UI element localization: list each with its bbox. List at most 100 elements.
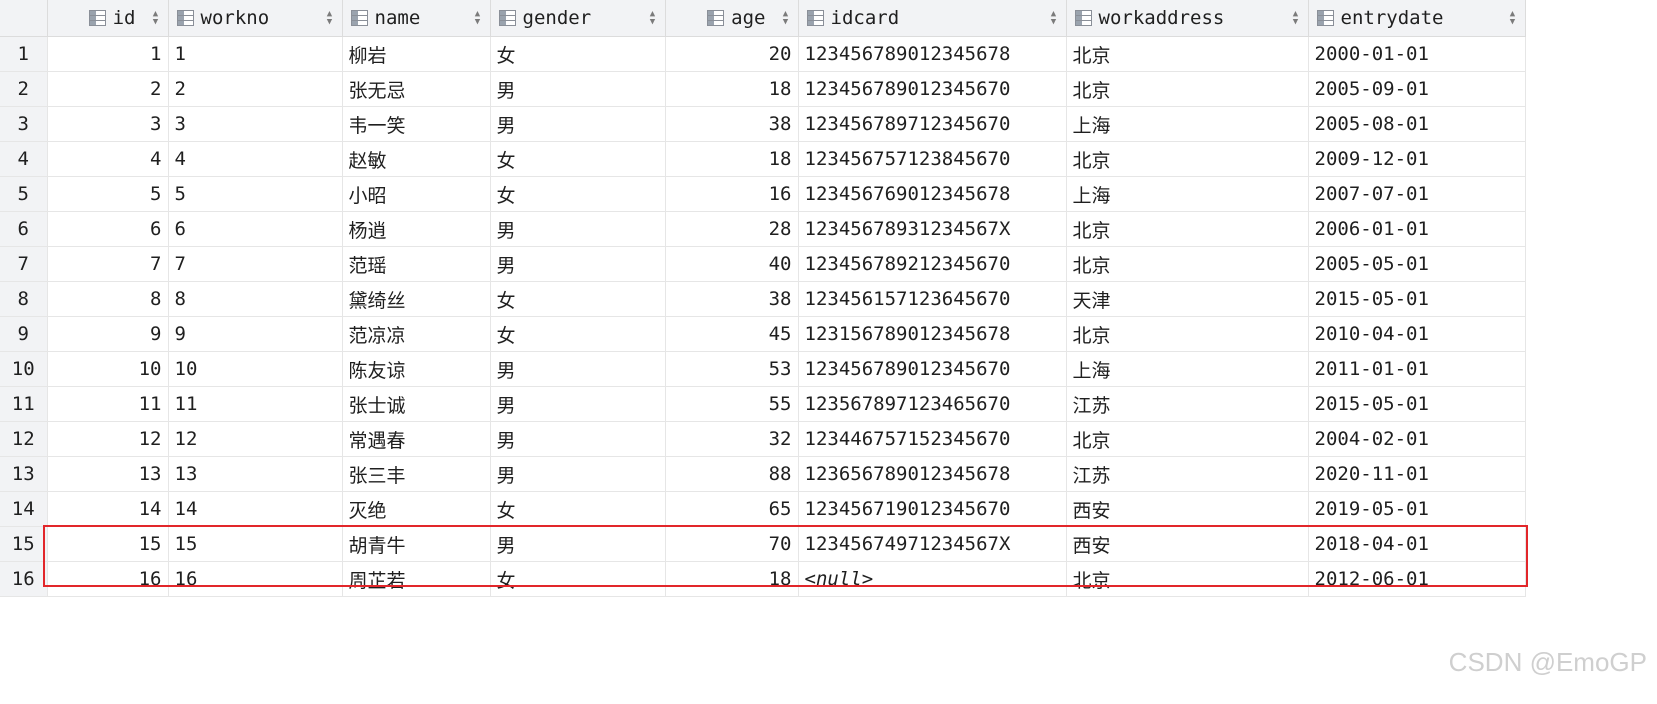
cell-workno[interactable]: 6 <box>168 211 343 247</box>
cell-workaddress[interactable]: 天津 <box>1066 281 1309 317</box>
cell-workaddress[interactable]: 上海 <box>1066 351 1309 387</box>
column-header-name[interactable]: name ▲ ▼ <box>342 0 491 37</box>
cell-name[interactable]: 灭绝 <box>342 491 491 527</box>
table-row[interactable]: 16 16 16 周芷若女 18 <null> 北京 2012-06-01 <box>0 561 1526 597</box>
cell-idcard[interactable]: 123456769012345678 <box>798 176 1067 212</box>
sort-arrows-icon[interactable]: ▲ ▼ <box>1050 10 1058 27</box>
row-number[interactable]: 1 <box>0 36 48 72</box>
cell-workaddress[interactable]: 北京 <box>1066 561 1309 597</box>
cell-gender[interactable]: 男 <box>490 526 666 562</box>
cell-idcard[interactable]: 123456789012345670 <box>798 71 1067 107</box>
cell-gender[interactable]: 女 <box>490 316 666 352</box>
cell-idcard[interactable]: 123567897123465670 <box>798 386 1067 422</box>
cell-workaddress[interactable]: 北京 <box>1066 316 1309 352</box>
cell-name[interactable]: 张士诚 <box>342 386 491 422</box>
column-header-gender[interactable]: gender ▲ ▼ <box>490 0 666 37</box>
cell-age[interactable]: 55 <box>665 386 799 422</box>
cell-workno[interactable]: 5 <box>168 176 343 212</box>
cell-name[interactable]: 陈友谅 <box>342 351 491 387</box>
cell-workaddress[interactable]: 北京 <box>1066 71 1309 107</box>
cell-id[interactable]: 5 <box>47 176 169 212</box>
row-number[interactable]: 11 <box>0 386 48 422</box>
cell-age[interactable]: 16 <box>665 176 799 212</box>
sort-arrows-icon[interactable]: ▲ ▼ <box>152 10 160 27</box>
table-row[interactable]: 12 12 12 常遇春男 32 123446757152345670 北京 2004-02-… <box>0 421 1526 457</box>
cell-idcard[interactable]: 123656789012345678 <box>798 456 1067 492</box>
cell-gender[interactable]: 女 <box>490 176 666 212</box>
cell-gender[interactable]: 男 <box>490 246 666 282</box>
cell-name[interactable]: 范凉凉 <box>342 316 491 352</box>
cell-age[interactable]: 53 <box>665 351 799 387</box>
cell-name[interactable]: 常遇春 <box>342 421 491 457</box>
column-header-age[interactable]: age ▲ ▼ <box>665 0 799 37</box>
cell-age[interactable]: 45 <box>665 316 799 352</box>
table-row[interactable]: 15 15 15 胡青牛男 70 12345674971234567X 西安 2018-04-… <box>0 526 1526 562</box>
cell-entrydate[interactable]: 2011-01-01 <box>1308 351 1526 387</box>
cell-workno[interactable]: 16 <box>168 561 343 597</box>
cell-workno[interactable]: 13 <box>168 456 343 492</box>
cell-idcard[interactable]: 123156789012345678 <box>798 316 1067 352</box>
row-number[interactable]: 15 <box>0 526 48 562</box>
cell-id[interactable]: 10 <box>47 351 169 387</box>
cell-workno[interactable]: 14 <box>168 491 343 527</box>
table-row[interactable]: 13 13 13 张三丰男 88 123656789012345678 江苏 2020-11-… <box>0 456 1526 492</box>
cell-name[interactable]: 柳岩 <box>342 36 491 72</box>
cell-workaddress[interactable]: 上海 <box>1066 176 1309 212</box>
cell-workno[interactable]: 12 <box>168 421 343 457</box>
cell-workno[interactable]: 11 <box>168 386 343 422</box>
row-number[interactable]: 13 <box>0 456 48 492</box>
sort-arrows-icon[interactable]: ▲ ▼ <box>474 10 482 27</box>
table-row[interactable]: 14 14 14 灭绝女 65 123456719012345670 西安 2019-05-0… <box>0 491 1526 527</box>
cell-entrydate[interactable]: 2009-12-01 <box>1308 141 1526 177</box>
cell-age[interactable]: 70 <box>665 526 799 562</box>
table-row[interactable]: 8 8 8 黛绮丝女 38 123456157123645670 天津 2015-05-01 <box>0 281 1526 317</box>
cell-gender[interactable]: 女 <box>490 36 666 72</box>
cell-entrydate[interactable]: 2019-05-01 <box>1308 491 1526 527</box>
cell-workaddress[interactable]: 江苏 <box>1066 456 1309 492</box>
cell-workaddress[interactable]: 上海 <box>1066 106 1309 142</box>
cell-id[interactable]: 6 <box>47 211 169 247</box>
cell-idcard[interactable]: 12345674971234567X <box>798 526 1067 562</box>
cell-entrydate[interactable]: 2005-09-01 <box>1308 71 1526 107</box>
cell-gender[interactable]: 男 <box>490 386 666 422</box>
cell-workaddress[interactable]: 北京 <box>1066 211 1309 247</box>
cell-id[interactable]: 7 <box>47 246 169 282</box>
cell-gender[interactable]: 男 <box>490 456 666 492</box>
cell-idcard[interactable]: 123456789712345670 <box>798 106 1067 142</box>
cell-id[interactable]: 2 <box>47 71 169 107</box>
cell-gender[interactable]: 女 <box>490 141 666 177</box>
cell-idcard[interactable]: 123456757123845670 <box>798 141 1067 177</box>
cell-gender[interactable]: 女 <box>490 491 666 527</box>
cell-workno[interactable]: 8 <box>168 281 343 317</box>
column-header-id[interactable]: id ▲ ▼ <box>47 0 169 37</box>
cell-age[interactable]: 20 <box>665 36 799 72</box>
cell-name[interactable]: 范瑶 <box>342 246 491 282</box>
cell-age[interactable]: 38 <box>665 281 799 317</box>
sort-arrows-icon[interactable]: ▲ ▼ <box>782 10 790 27</box>
cell-id[interactable]: 14 <box>47 491 169 527</box>
column-header-entrydate[interactable]: entrydate ▲ ▼ <box>1308 0 1526 37</box>
cell-entrydate[interactable]: 2018-04-01 <box>1308 526 1526 562</box>
cell-workaddress[interactable]: 西安 <box>1066 526 1309 562</box>
cell-workno[interactable]: 3 <box>168 106 343 142</box>
cell-age[interactable]: 38 <box>665 106 799 142</box>
table-row[interactable]: 11 11 11 张士诚男 55 123567897123465670 江苏 2015-05-… <box>0 386 1526 422</box>
cell-gender[interactable]: 女 <box>490 281 666 317</box>
row-number[interactable]: 9 <box>0 316 48 352</box>
column-header-workaddress[interactable]: workaddress ▲ ▼ <box>1066 0 1309 37</box>
cell-gender[interactable]: 男 <box>490 106 666 142</box>
cell-entrydate[interactable]: 2000-01-01 <box>1308 36 1526 72</box>
cell-age[interactable]: 65 <box>665 491 799 527</box>
cell-idcard[interactable]: 123456789012345670 <box>798 351 1067 387</box>
row-number[interactable]: 10 <box>0 351 48 387</box>
cell-age[interactable]: 18 <box>665 71 799 107</box>
corner-cell[interactable] <box>0 0 48 37</box>
cell-workno[interactable]: 2 <box>168 71 343 107</box>
cell-name[interactable]: 张无忌 <box>342 71 491 107</box>
cell-entrydate[interactable]: 2010-04-01 <box>1308 316 1526 352</box>
cell-age[interactable]: 32 <box>665 421 799 457</box>
cell-id[interactable]: 3 <box>47 106 169 142</box>
cell-entrydate[interactable]: 2006-01-01 <box>1308 211 1526 247</box>
table-row[interactable]: 3 3 3 韦一笑男 38 123456789712345670 上海 2005-08-01 <box>0 106 1526 142</box>
cell-name[interactable]: 小昭 <box>342 176 491 212</box>
